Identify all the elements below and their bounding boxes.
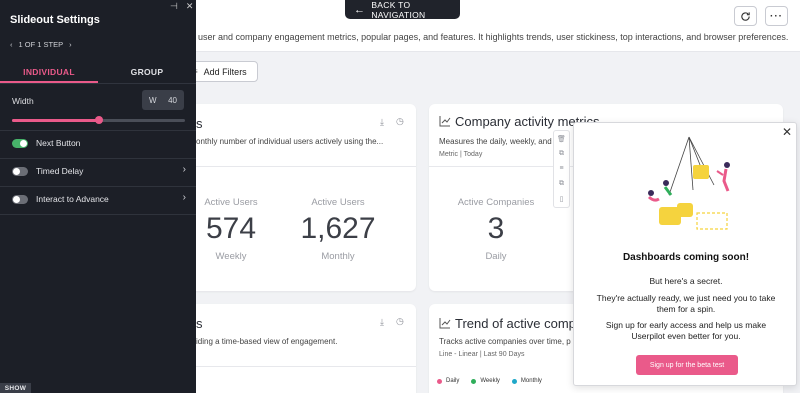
card-title: s xyxy=(196,316,203,331)
modal-text: They're actually ready, we just need you… xyxy=(596,293,776,314)
clock-icon[interactable]: ◷ xyxy=(396,316,404,327)
puzzle-illustration xyxy=(647,136,730,230)
coming-soon-modal: ✕ Dashboards coming soon! But here's a s… xyxy=(573,122,797,386)
legend-item: Weekly xyxy=(471,378,500,384)
engagement-trend-card[interactable]: s ⤓ ◷ iding a time-based view of engagem… xyxy=(170,304,416,393)
card-subtitle: onthly number of individual users active… xyxy=(196,137,384,146)
card-subtitle: Tracks active companies over time, p xyxy=(439,337,571,346)
download-icon[interactable]: ⤓ xyxy=(380,117,384,128)
refresh-icon xyxy=(741,11,750,21)
panel-controls: ⊣ ✕ xyxy=(170,1,193,12)
copy-icon[interactable]: ⧉ xyxy=(559,150,564,158)
metric-label: Active Users xyxy=(311,197,365,208)
toggle-row-timed-delay[interactable]: Timed Delay › xyxy=(0,158,196,186)
toggle-label: Interact to Advance xyxy=(36,194,109,204)
chevron-right-icon[interactable]: › xyxy=(183,164,186,175)
panel-tabs: INDIVIDUAL GROUP xyxy=(0,58,196,84)
step-indicator: 1 OF 1 STEP xyxy=(18,40,64,49)
back-to-navigation-label: BACK TO NAVIGATION xyxy=(371,0,426,20)
active-users-card[interactable]: s ⤓ ◷ onthly number of individual users … xyxy=(170,104,416,291)
width-value: 40 xyxy=(168,95,177,105)
slider-fill xyxy=(12,119,99,122)
tab-individual[interactable]: INDIVIDUAL xyxy=(0,58,98,83)
chevron-right-icon[interactable]: › xyxy=(183,192,186,203)
duplicate-icon[interactable]: ⧉ xyxy=(559,180,564,188)
add-filters-button[interactable]: ≡ Add Filters xyxy=(186,61,258,82)
card-divider xyxy=(170,166,416,167)
card-meta: Metric | Today xyxy=(439,151,483,158)
toggle-row-next-button[interactable]: Next Button xyxy=(0,130,196,158)
beta-signup-button[interactable]: Sign up for the beta test xyxy=(636,355,738,375)
interact-to-advance-toggle[interactable] xyxy=(12,195,28,204)
toggle-label: Next Button xyxy=(36,138,81,148)
refresh-button[interactable] xyxy=(734,6,757,26)
bookmark-icon[interactable]: ▯ xyxy=(560,195,564,203)
download-icon[interactable]: ⤓ xyxy=(380,317,384,328)
card-subtitle: iding a time-based view of engagement. xyxy=(196,337,338,346)
modal-heading: Dashboards coming soon! xyxy=(622,252,750,263)
card-toolbar: 🗑 ⧉ ≡ ⧉ ▯ xyxy=(553,130,570,208)
list-icon[interactable]: ≡ xyxy=(559,165,563,172)
slideout-settings-panel: Slideout Settings ⊣ ✕ ‹ 1 OF 1 STEP › IN… xyxy=(0,0,196,393)
width-label: Width xyxy=(12,96,34,106)
legend-item: Monthly xyxy=(511,378,542,384)
card-subtitle: Measures the daily, weekly, and xyxy=(439,137,552,146)
more-options-button[interactable]: ··· xyxy=(765,6,788,26)
chart-legend: Daily Weekly Monthly xyxy=(437,378,542,384)
width-input[interactable]: W 40 xyxy=(142,90,184,110)
more-options-icon: ··· xyxy=(770,10,783,22)
show-button[interactable]: SHOW xyxy=(0,383,31,393)
close-icon[interactable]: ✕ xyxy=(782,125,792,139)
panel-divider xyxy=(0,214,196,215)
back-to-navigation-button[interactable]: ← BACK TO NAVIGATION xyxy=(345,0,460,20)
dashboard-description: user and company engagement metrics, pop… xyxy=(198,32,789,42)
legend-item: Daily xyxy=(437,378,459,384)
card-title: s xyxy=(196,116,203,131)
step-navigation: ‹ 1 OF 1 STEP › xyxy=(10,40,72,49)
arrow-left-icon: ← xyxy=(354,3,366,16)
trash-icon[interactable]: 🗑 xyxy=(557,135,566,143)
metric-label: Active Users xyxy=(204,197,258,208)
width-prefix: W xyxy=(149,95,157,105)
card-title: Trend of active compa xyxy=(455,316,584,331)
dock-icon[interactable]: ⊣ xyxy=(170,1,178,12)
metric-value: 1,627 xyxy=(300,212,376,245)
card-divider xyxy=(170,366,416,367)
metric-label: Active Companies xyxy=(457,197,535,208)
metric-value: 3 xyxy=(487,212,505,245)
add-filters-label: Add Filters xyxy=(203,66,247,77)
metric-period: Weekly xyxy=(215,251,247,262)
clock-icon[interactable]: ◷ xyxy=(396,116,404,127)
toggle-row-interact-to-advance[interactable]: Interact to Advance › xyxy=(0,186,196,214)
timed-delay-toggle[interactable] xyxy=(12,167,28,176)
modal-text: But here's a secret. xyxy=(649,276,723,286)
metric-period: Monthly xyxy=(321,251,355,262)
tab-group[interactable]: GROUP xyxy=(98,58,196,83)
next-button-toggle[interactable] xyxy=(12,139,28,148)
toggle-label: Timed Delay xyxy=(36,166,84,176)
line-chart-icon xyxy=(439,116,451,127)
modal-text: Sign up for early access and help us mak… xyxy=(605,320,767,341)
chevron-right-icon[interactable]: › xyxy=(69,40,72,49)
chevron-left-icon[interactable]: ‹ xyxy=(10,40,13,49)
panel-title: Slideout Settings xyxy=(10,14,100,26)
close-icon[interactable]: ✕ xyxy=(186,1,194,12)
card-meta: Line - Linear | Last 90 Days xyxy=(439,351,525,358)
width-slider[interactable] xyxy=(12,116,185,124)
metric-period: Daily xyxy=(485,251,507,262)
line-chart-icon xyxy=(439,318,451,329)
slider-handle[interactable] xyxy=(94,116,103,124)
metric-value: 574 xyxy=(205,212,257,245)
